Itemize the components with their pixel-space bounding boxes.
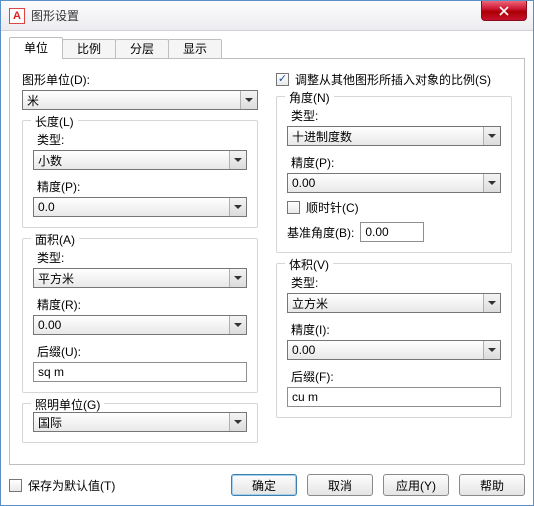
area-type-value: 平方米	[38, 270, 74, 287]
chevron-down-icon	[229, 413, 246, 431]
close-button[interactable]	[481, 1, 527, 21]
base-angle-input[interactable]	[360, 222, 424, 242]
angle-prec-value: 0.00	[292, 176, 315, 190]
length-legend: 长度(L)	[31, 113, 78, 130]
volume-type-value: 立方米	[292, 295, 328, 312]
length-prec-label: 精度(P):	[33, 178, 247, 195]
chevron-down-icon	[229, 151, 246, 169]
lighting-value: 国际	[38, 414, 62, 431]
length-type-value: 小数	[38, 152, 62, 169]
volume-prec-value: 0.00	[292, 343, 315, 357]
area-prec-value: 0.00	[38, 318, 61, 332]
volume-suffix-input[interactable]	[287, 387, 501, 407]
right-column: 调整从其他图形所插入对象的比例(S) 角度(N) 类型: 十进制度数 精度(P)…	[276, 69, 512, 443]
lighting-select[interactable]: 国际	[33, 412, 247, 432]
area-prec-label: 精度(R):	[33, 296, 247, 313]
volume-type-label: 类型:	[287, 274, 501, 291]
tab-row: 单位 比例 分层 显示	[9, 37, 525, 59]
area-type-label: 类型:	[33, 249, 247, 266]
adjust-scale-checkbox[interactable]	[276, 73, 289, 86]
volume-prec-select[interactable]: 0.00	[287, 340, 501, 360]
area-prec-select[interactable]: 0.00	[33, 315, 247, 335]
dialog-footer: 保存为默认值(T) 确定 取消 应用(Y) 帮助	[9, 473, 525, 497]
angle-prec-select[interactable]: 0.00	[287, 173, 501, 193]
clockwise-checkbox[interactable]	[287, 201, 300, 214]
length-type-select[interactable]: 小数	[33, 150, 247, 170]
chevron-down-icon	[483, 341, 500, 359]
area-group: 面积(A) 类型: 平方米 精度(R): 0.00 后缀(U):	[22, 238, 258, 393]
angle-prec-label: 精度(P):	[287, 154, 501, 171]
area-legend: 面积(A)	[31, 231, 79, 248]
volume-type-select[interactable]: 立方米	[287, 293, 501, 313]
chevron-down-icon	[229, 269, 246, 287]
area-suffix-label: 后缀(U):	[33, 343, 247, 360]
chevron-down-icon	[229, 198, 246, 216]
length-type-label: 类型:	[33, 131, 247, 148]
dialog-body: 单位 比例 分层 显示 图形单位(D): 米 长度(L) 类型:	[9, 37, 525, 465]
cancel-button[interactable]: 取消	[307, 474, 373, 496]
length-prec-select[interactable]: 0.0	[33, 197, 247, 217]
apply-button[interactable]: 应用(Y)	[383, 474, 449, 496]
app-icon: A	[9, 8, 25, 24]
lighting-group: 照明单位(G) 国际	[22, 403, 258, 443]
chevron-down-icon	[229, 316, 246, 334]
save-default-checkbox[interactable]	[9, 479, 22, 492]
chevron-down-icon	[240, 91, 257, 109]
lighting-legend: 照明单位(G)	[31, 396, 104, 413]
drawing-units-label: 图形单位(D):	[22, 71, 258, 88]
tab-panel-units: 图形单位(D): 米 长度(L) 类型: 小数 精度(P):	[9, 59, 525, 465]
save-default-label: 保存为默认值(T)	[28, 477, 115, 494]
volume-legend: 体积(V)	[285, 256, 333, 273]
window-title: 图形设置	[31, 7, 79, 24]
drawing-settings-dialog: A 图形设置 单位 比例 分层 显示 图形单位(D): 米	[0, 0, 534, 506]
area-type-select[interactable]: 平方米	[33, 268, 247, 288]
ok-button[interactable]: 确定	[231, 474, 297, 496]
tab-scale[interactable]: 比例	[62, 39, 116, 59]
chevron-down-icon	[483, 294, 500, 312]
angle-group: 角度(N) 类型: 十进制度数 精度(P): 0.00 顺时针(C)	[276, 96, 512, 253]
clockwise-label: 顺时针(C)	[306, 199, 359, 216]
angle-type-label: 类型:	[287, 107, 501, 124]
chevron-down-icon	[483, 174, 500, 192]
adjust-scale-label: 调整从其他图形所插入对象的比例(S)	[295, 71, 491, 88]
tab-units[interactable]: 单位	[9, 37, 63, 59]
length-group: 长度(L) 类型: 小数 精度(P): 0.0	[22, 120, 258, 228]
area-suffix-input[interactable]	[33, 362, 247, 382]
volume-group: 体积(V) 类型: 立方米 精度(I): 0.00 后缀(F):	[276, 263, 512, 418]
angle-legend: 角度(N)	[285, 89, 334, 106]
help-button[interactable]: 帮助	[459, 474, 525, 496]
tab-layering[interactable]: 分层	[115, 39, 169, 59]
angle-type-value: 十进制度数	[292, 128, 352, 145]
volume-prec-label: 精度(I):	[287, 321, 501, 338]
length-prec-value: 0.0	[38, 200, 55, 214]
titlebar[interactable]: A 图形设置	[1, 1, 533, 31]
close-icon	[499, 6, 509, 16]
drawing-units-select[interactable]: 米	[22, 90, 258, 110]
left-column: 图形单位(D): 米 长度(L) 类型: 小数 精度(P):	[22, 69, 258, 443]
volume-suffix-label: 后缀(F):	[287, 368, 501, 385]
drawing-units-value: 米	[27, 92, 39, 109]
tab-display[interactable]: 显示	[168, 39, 222, 59]
chevron-down-icon	[483, 127, 500, 145]
base-angle-label: 基准角度(B):	[287, 224, 354, 241]
angle-type-select[interactable]: 十进制度数	[287, 126, 501, 146]
